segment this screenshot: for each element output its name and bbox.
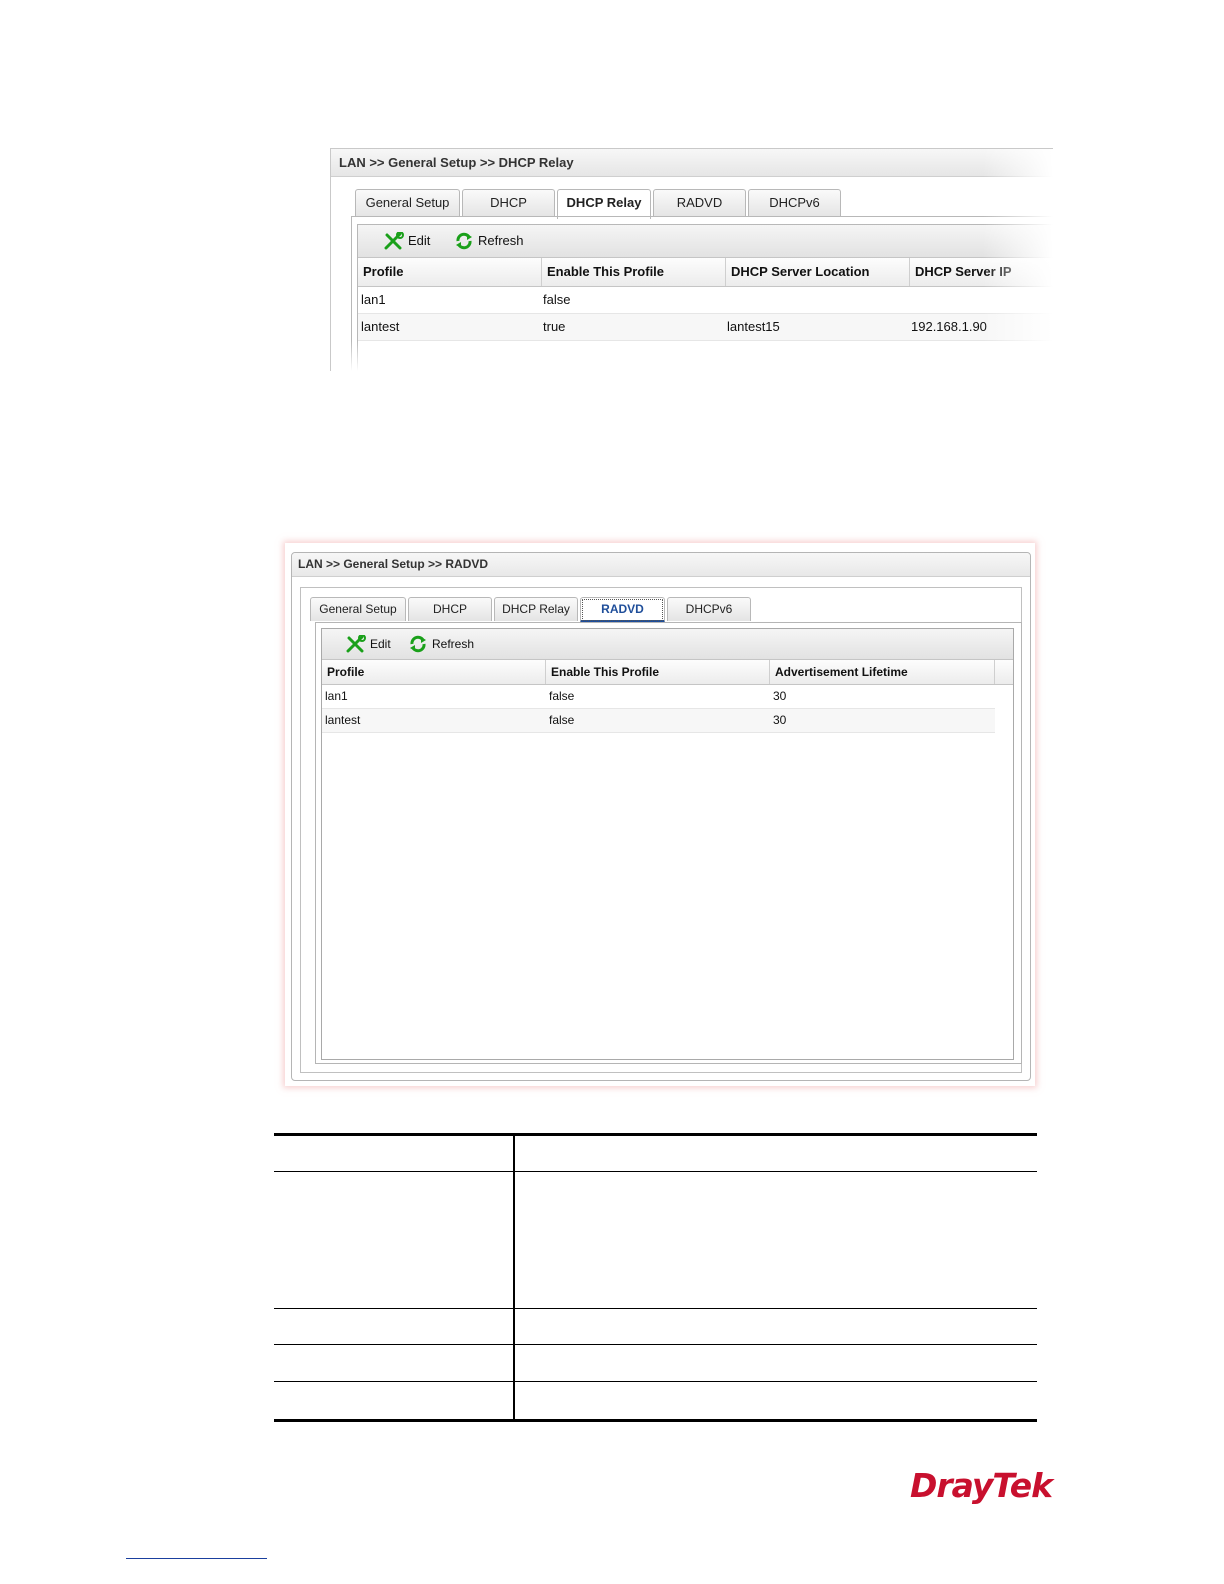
tab-dhcp-relay[interactable]: DHCP Relay bbox=[494, 597, 578, 621]
refresh-icon bbox=[456, 232, 472, 250]
radvd-screenshot: LAN >> General Setup >> RADVD General Se… bbox=[285, 543, 1035, 1086]
cell-enable: true bbox=[543, 319, 566, 334]
edit-icon bbox=[346, 635, 366, 653]
column-header-advertisement-lifetime[interactable]: Advertisement Lifetime bbox=[770, 660, 995, 684]
table-row[interactable]: lantest false 30 bbox=[322, 709, 995, 733]
column-header-enable[interactable]: Enable This Profile bbox=[546, 660, 770, 684]
tab-dhcpv6[interactable]: DHCPv6 bbox=[748, 189, 841, 217]
column-header-server-location[interactable]: DHCP Server Location bbox=[726, 258, 910, 286]
tab-panel: Edit Refresh Profile Enable This Profile… bbox=[315, 622, 1022, 1064]
cell-lifetime: 30 bbox=[773, 713, 787, 727]
table-row bbox=[274, 1345, 1037, 1382]
tab-radvd[interactable]: RADVD bbox=[580, 597, 665, 623]
grid-header: Profile Enable This Profile DHCP Server … bbox=[358, 258, 1053, 287]
description-table bbox=[274, 1133, 1037, 1422]
column-header-server-ip[interactable]: DHCP Server IP bbox=[910, 258, 1053, 286]
column-header-enable[interactable]: Enable This Profile bbox=[542, 258, 726, 286]
tab-radvd[interactable]: RADVD bbox=[653, 189, 746, 217]
table-row bbox=[274, 1172, 1037, 1309]
edit-label: Edit bbox=[408, 233, 431, 248]
cell-profile: lantest bbox=[325, 713, 361, 727]
tab-dhcp[interactable]: DHCP bbox=[408, 597, 492, 621]
edit-label: Edit bbox=[370, 637, 391, 651]
dhcp-relay-screenshot: LAN >> General Setup >> DHCP Relay Gener… bbox=[330, 148, 1053, 371]
cell-server-location bbox=[724, 287, 727, 313]
edit-button[interactable]: Edit bbox=[384, 225, 444, 257]
edit-icon bbox=[384, 232, 404, 250]
cell-enable: false bbox=[549, 689, 575, 703]
edit-button[interactable]: Edit bbox=[346, 629, 396, 659]
toolbar: Edit Refresh bbox=[358, 225, 1053, 258]
cell-profile: lantest bbox=[361, 319, 400, 334]
column-divider bbox=[513, 1136, 515, 1419]
table-header-row bbox=[274, 1136, 1037, 1172]
refresh-label: Refresh bbox=[478, 233, 524, 248]
grid-header: Profile Enable This Profile Advertisemen… bbox=[322, 660, 1013, 685]
tab-general-setup[interactable]: General Setup bbox=[310, 597, 406, 621]
cell-enable: false bbox=[543, 292, 571, 307]
toolbar: Edit Refresh bbox=[322, 629, 1013, 660]
tab-general-setup[interactable]: General Setup bbox=[355, 189, 460, 217]
tab-panel: Edit Refresh Profile Enable This Profile… bbox=[351, 216, 1053, 371]
breadcrumb: LAN >> General Setup >> RADVD bbox=[292, 553, 1030, 577]
tab-dhcp[interactable]: DHCP bbox=[462, 189, 555, 217]
cell-lifetime: 30 bbox=[773, 689, 787, 703]
draytek-logo: DrayTek bbox=[910, 1466, 1053, 1506]
refresh-button[interactable]: Refresh bbox=[408, 629, 488, 659]
logo-text: DrayTek bbox=[910, 1466, 1053, 1505]
refresh-label: Refresh bbox=[432, 637, 475, 651]
table-row[interactable]: lan1 false 30 bbox=[322, 685, 995, 709]
refresh-button[interactable]: Refresh bbox=[454, 225, 544, 257]
cell-enable: false bbox=[549, 713, 575, 727]
table-row[interactable]: lantest true lantest15 192.168.1.90 bbox=[358, 314, 1053, 341]
cell-server-ip bbox=[908, 287, 911, 313]
breadcrumb: LAN >> General Setup >> DHCP Relay bbox=[331, 149, 1053, 177]
cell-profile: lan1 bbox=[361, 292, 386, 307]
refresh-icon bbox=[410, 635, 426, 653]
cell-server-location: lantest15 bbox=[727, 319, 780, 334]
column-header-profile[interactable]: Profile bbox=[322, 660, 546, 684]
table-row[interactable]: lan1 false bbox=[358, 287, 1053, 314]
column-header-profile[interactable]: Profile bbox=[358, 258, 542, 286]
profile-grid: Edit Refresh Profile Enable This Profile… bbox=[357, 224, 1053, 371]
cell-profile: lan1 bbox=[325, 689, 348, 703]
footer-rule bbox=[126, 1558, 267, 1559]
tab-dhcpv6[interactable]: DHCPv6 bbox=[667, 597, 751, 621]
tab-dhcp-relay[interactable]: DHCP Relay bbox=[557, 189, 651, 219]
table-row bbox=[274, 1309, 1037, 1345]
cell-server-ip: 192.168.1.90 bbox=[911, 319, 987, 334]
window-frame: LAN >> General Setup >> RADVD General Se… bbox=[291, 552, 1031, 1081]
profile-grid: Edit Refresh Profile Enable This Profile… bbox=[321, 628, 1014, 1060]
